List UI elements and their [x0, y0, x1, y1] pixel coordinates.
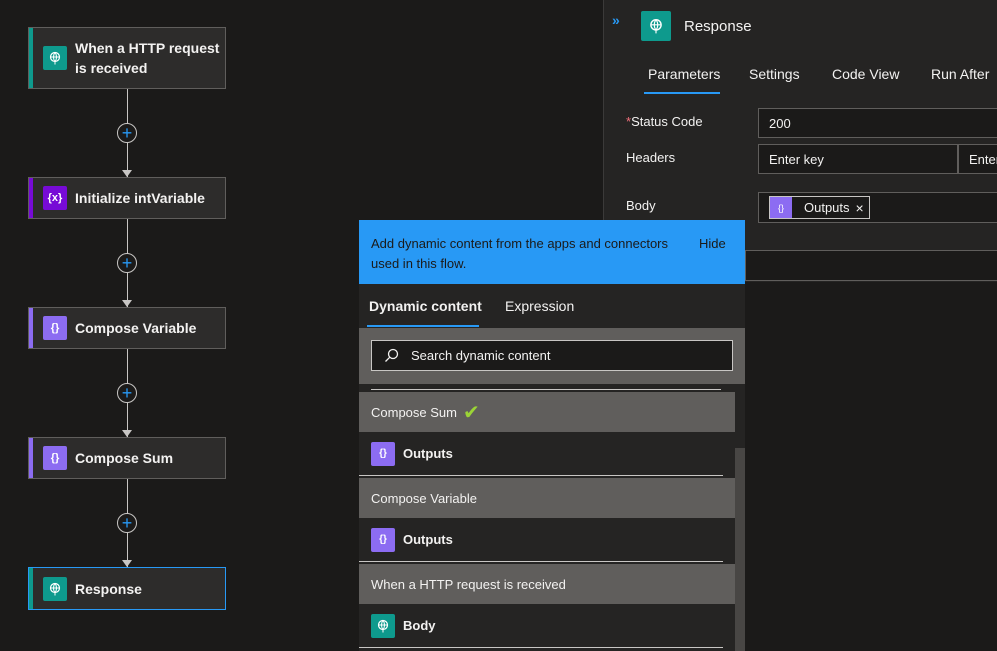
- section-compose-variable[interactable]: Compose Variable: [359, 478, 735, 518]
- body-label: Body: [626, 198, 656, 213]
- popup-header-text: Add dynamic content from the apps and co…: [371, 236, 669, 271]
- body-input-extension[interactable]: [745, 250, 997, 281]
- flow-card-response[interactable]: Response: [28, 567, 226, 610]
- search-input[interactable]: Search dynamic content: [371, 340, 733, 371]
- add-step-button[interactable]: +: [117, 253, 137, 273]
- card-stripe: [29, 438, 33, 478]
- arrow-icon: [122, 560, 132, 567]
- checkmark-icon: ✔: [462, 401, 480, 424]
- search-icon: [384, 348, 399, 363]
- card-stripe: [29, 308, 33, 348]
- hide-button[interactable]: Hide: [699, 236, 726, 251]
- flow-card-http-trigger[interactable]: When a HTTP request is received: [28, 27, 226, 89]
- status-code-label-text: Status Code: [631, 114, 703, 129]
- braces-icon: {}: [43, 316, 67, 340]
- remove-token-icon[interactable]: ×: [856, 200, 864, 216]
- card-title-line1: When a HTTP request: [75, 40, 220, 56]
- section-compose-sum[interactable]: Compose Sum ✔: [359, 392, 735, 432]
- search-placeholder: Search dynamic content: [411, 348, 551, 363]
- card-title: Response: [75, 580, 142, 597]
- body-input[interactable]: {} Outputs ×: [758, 192, 997, 223]
- list-item-outputs[interactable]: {} Outputs: [359, 432, 723, 476]
- headers-label: Headers: [626, 150, 676, 165]
- section-title: Compose Sum: [371, 404, 457, 420]
- tab-active-indicator: [644, 92, 720, 94]
- arrow-icon: [122, 170, 132, 177]
- dynamic-content-popup: Add dynamic content from the apps and co…: [359, 220, 745, 651]
- globe-icon: [641, 11, 671, 41]
- flow-card-initialize-variable[interactable]: {x} Initialize intVariable: [28, 177, 226, 219]
- item-label: Body: [403, 618, 436, 633]
- add-step-button[interactable]: +: [117, 383, 137, 403]
- flow-card-compose-sum[interactable]: {} Compose Sum: [28, 437, 226, 479]
- tab-settings[interactable]: Settings: [749, 66, 800, 82]
- braces-icon: {}: [43, 446, 67, 470]
- braces-x-icon: {x}: [43, 186, 67, 210]
- list-item-body[interactable]: Body: [359, 604, 723, 648]
- card-stripe: [29, 568, 33, 609]
- section-title: When a HTTP request is received: [371, 576, 566, 592]
- status-code-label: *Status Code: [626, 114, 703, 129]
- headers-value-input[interactable]: Enter: [958, 144, 997, 174]
- section-http-request[interactable]: When a HTTP request is received: [359, 564, 735, 604]
- expand-chevrons-icon[interactable]: »: [612, 12, 620, 28]
- plus-icon: +: [121, 123, 133, 143]
- arrow-icon: [122, 430, 132, 437]
- card-stripe: [29, 28, 33, 88]
- braces-icon: {}: [371, 441, 395, 466]
- tab-expression[interactable]: Expression: [505, 298, 574, 314]
- card-title-line2: is received: [75, 60, 148, 76]
- headers-key-input[interactable]: Enter key: [758, 144, 958, 174]
- globe-icon: [371, 613, 395, 638]
- body-token-label: Outputs: [804, 200, 850, 215]
- tab-dynamic-content[interactable]: Dynamic content: [369, 298, 482, 314]
- add-step-button[interactable]: +: [117, 123, 137, 143]
- scrollbar[interactable]: [735, 448, 745, 651]
- tab-active-indicator: [367, 325, 479, 327]
- card-stripe: [29, 178, 33, 218]
- plus-icon: +: [121, 253, 133, 273]
- search-area: Search dynamic content: [359, 328, 745, 384]
- item-label: Outputs: [403, 446, 453, 461]
- braces-icon: {}: [770, 197, 792, 218]
- globe-icon: [43, 46, 67, 70]
- braces-icon: {}: [371, 527, 395, 552]
- globe-icon: [43, 576, 67, 601]
- tab-run-after[interactable]: Run After: [931, 66, 989, 82]
- tab-code-view[interactable]: Code View: [832, 66, 899, 82]
- tab-parameters[interactable]: Parameters: [648, 66, 720, 82]
- popup-header: Add dynamic content from the apps and co…: [359, 220, 745, 284]
- section-title: Compose Variable: [371, 490, 477, 506]
- panel-title: Response: [684, 18, 752, 35]
- card-title: Compose Sum: [75, 450, 174, 466]
- arrow-icon: [122, 300, 132, 307]
- item-label: Outputs: [403, 532, 453, 547]
- body-token[interactable]: {} Outputs ×: [769, 196, 870, 219]
- plus-icon: +: [121, 513, 133, 533]
- plus-icon: +: [121, 383, 133, 403]
- card-title: Compose Variable: [75, 320, 197, 336]
- card-title: Initialize intVariable: [75, 190, 205, 206]
- list-item-outputs[interactable]: {} Outputs: [359, 518, 723, 562]
- flow-card-compose-variable[interactable]: {} Compose Variable: [28, 307, 226, 349]
- status-code-input[interactable]: 200: [758, 108, 997, 138]
- divider: [371, 389, 721, 390]
- add-step-button[interactable]: +: [117, 513, 137, 533]
